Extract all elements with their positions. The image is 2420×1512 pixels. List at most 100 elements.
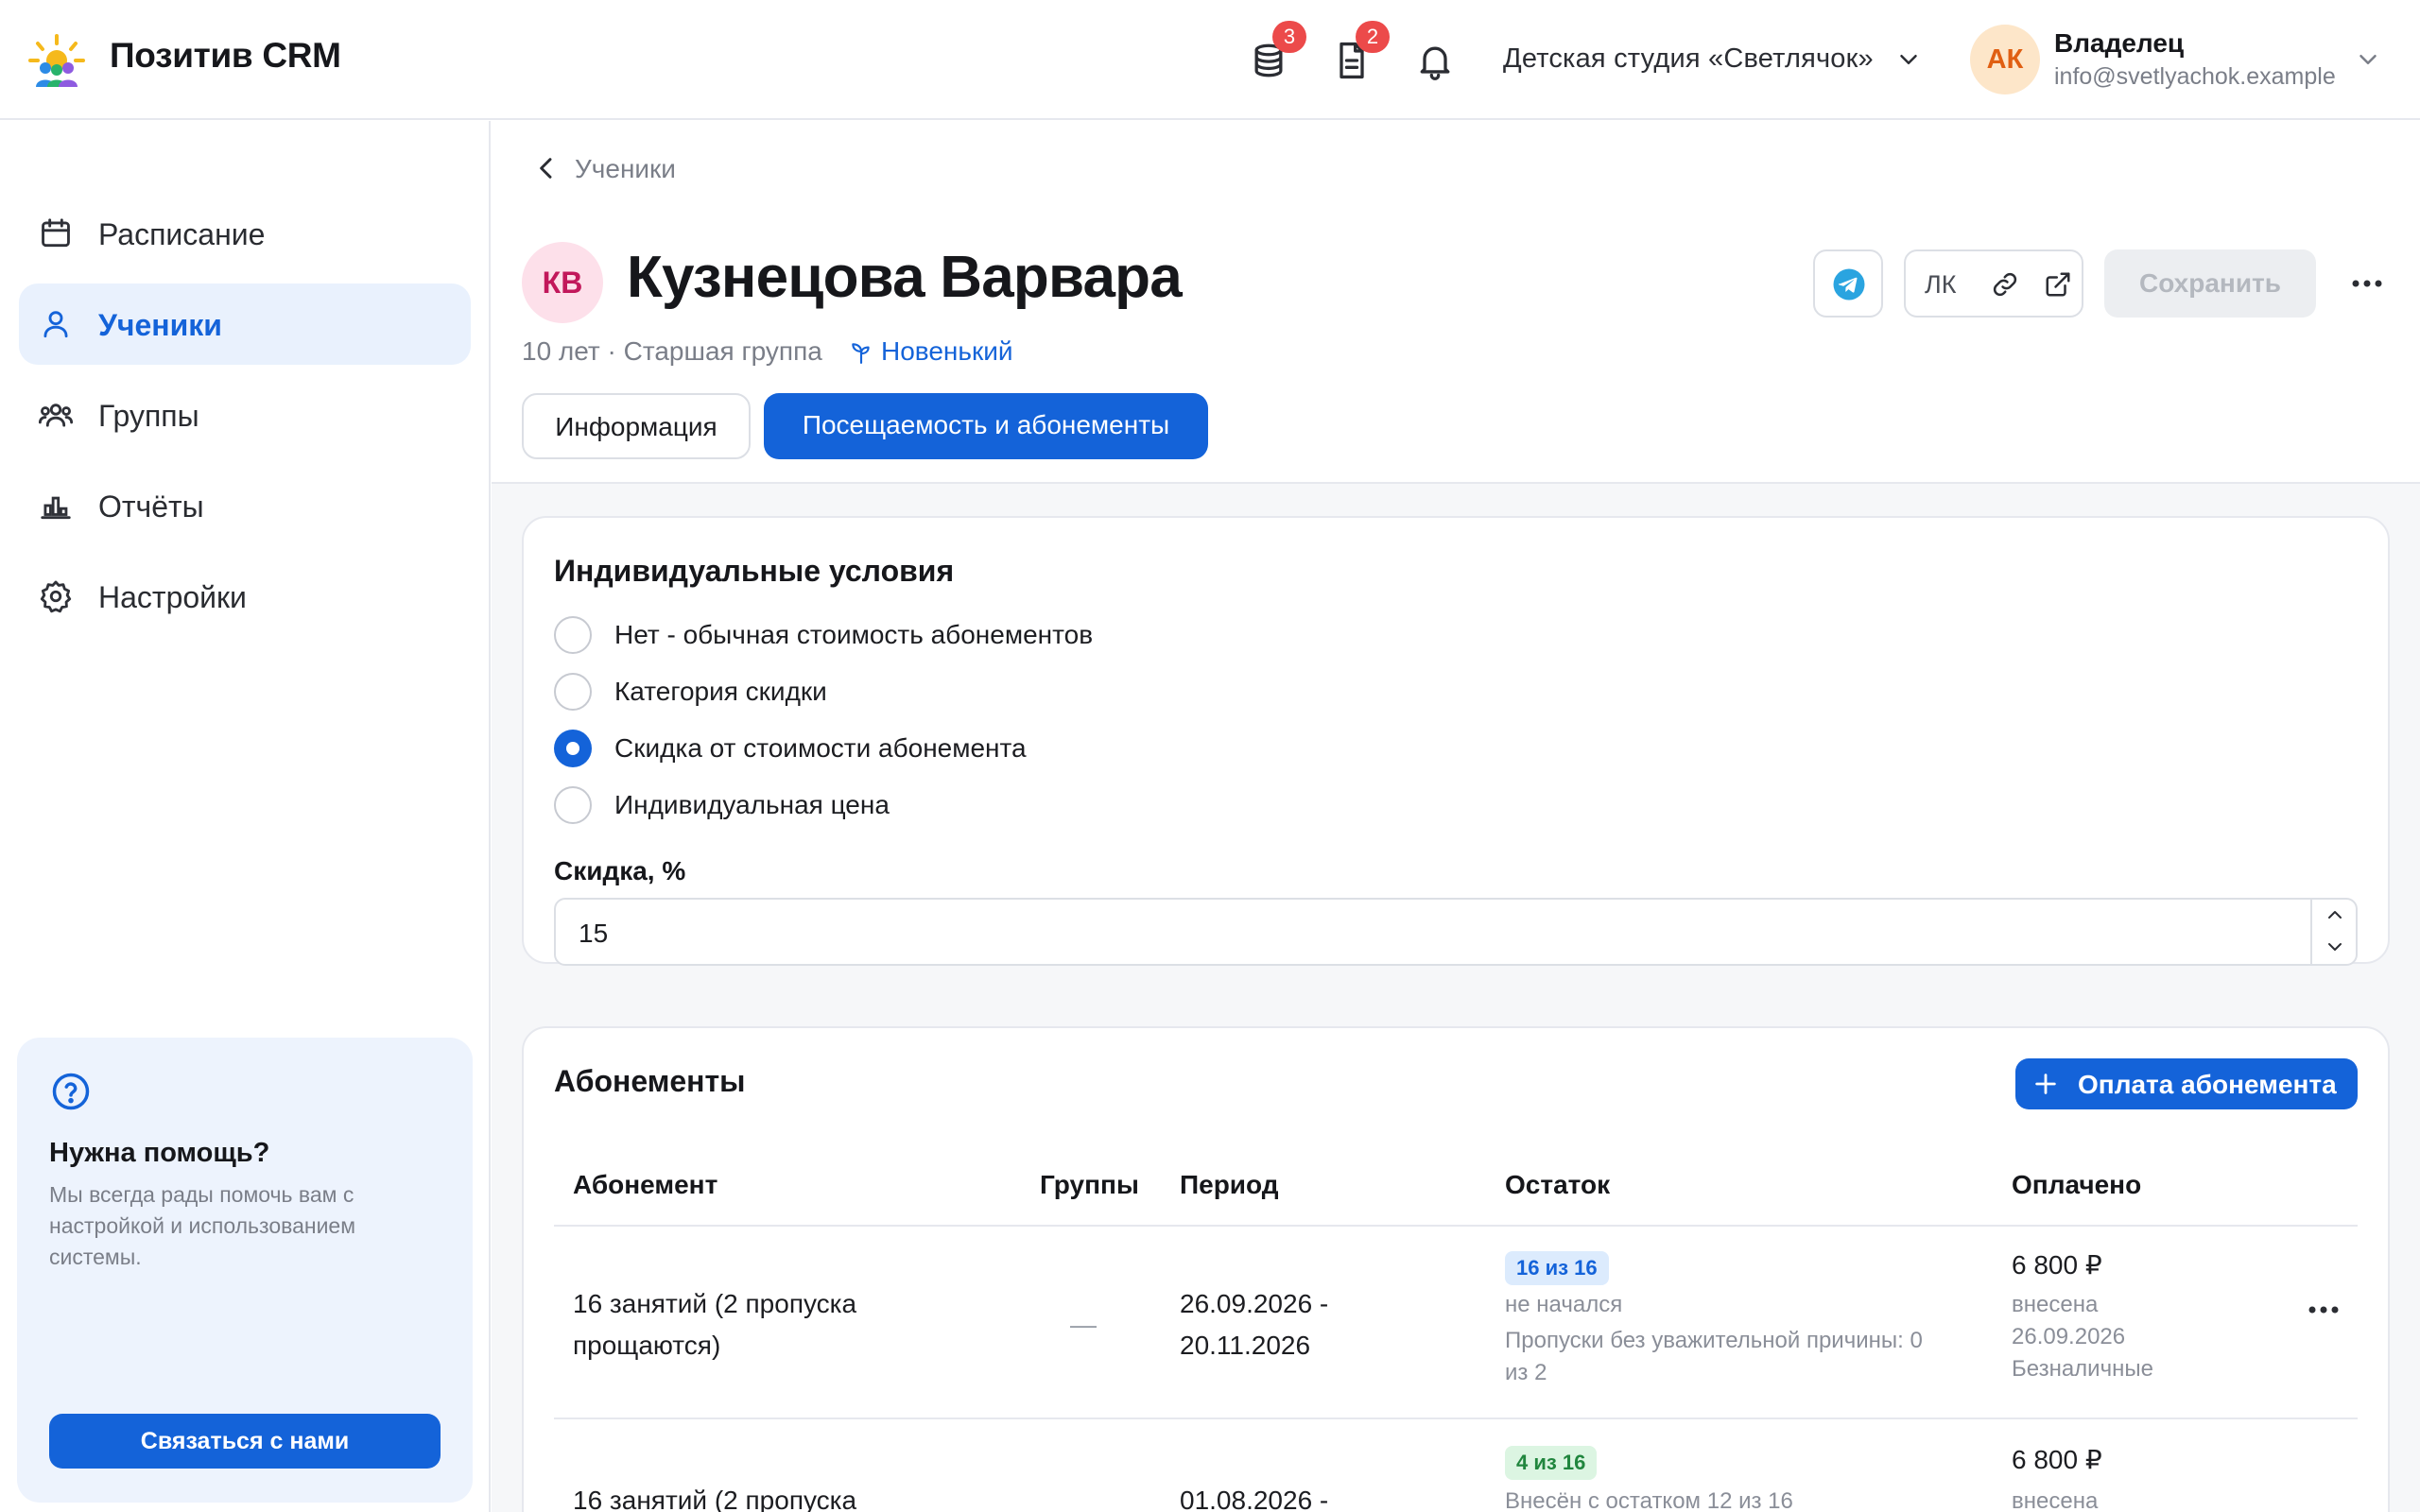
- chevron-down-icon[interactable]: [2354, 45, 2382, 74]
- user-icon: [38, 306, 74, 342]
- sidebar-item-label: Отчёты: [98, 490, 204, 524]
- subscription-name: 16 занятий (2 пропуска прощаются): [573, 1283, 856, 1366]
- radio-option-discount-category[interactable]: Категория скидки: [554, 671, 1405, 713]
- sidebar: Расписание Ученики Группы Отчёты Настрой…: [0, 121, 491, 1512]
- subscription-period: 01.08.2026 -: [1180, 1486, 1329, 1512]
- sidebar-item-schedule[interactable]: Расписание: [19, 193, 471, 274]
- telegram-button[interactable]: [1813, 249, 1883, 318]
- remaining-badge: 16 из 16: [1505, 1251, 1609, 1285]
- column-header: Группы: [1040, 1170, 1139, 1199]
- radio-button-selected[interactable]: [554, 730, 592, 767]
- documents-icon[interactable]: 2: [1331, 21, 1390, 81]
- help-title: Нужна помощь?: [49, 1138, 270, 1168]
- pay-subscription-button[interactable]: Оплата абонемента: [2015, 1058, 2358, 1109]
- remaining-note-line: Пропуски без уважительной причины: 0: [1505, 1328, 1923, 1353]
- calendar-icon: [38, 215, 74, 251]
- paid-status: внесена: [2012, 1488, 2099, 1512]
- save-button[interactable]: Сохранить: [2104, 249, 2316, 318]
- bell-icon[interactable]: [1414, 40, 1456, 81]
- link-icon[interactable]: [1991, 270, 2019, 299]
- column-header: Абонемент: [573, 1170, 718, 1199]
- student-meta: 10 лет · Старшая группа: [522, 336, 822, 366]
- remaining-badge: 4 из 16: [1505, 1446, 1598, 1480]
- plus-icon: [2032, 1071, 2059, 1097]
- sidebar-item-settings[interactable]: Настройки: [19, 556, 471, 637]
- sidebar-item-groups[interactable]: Группы: [19, 374, 471, 455]
- chevron-up-icon[interactable]: [2324, 903, 2346, 926]
- radio-option-individual-price[interactable]: Индивидуальная цена: [554, 784, 1405, 826]
- more-options-icon[interactable]: [2348, 268, 2386, 299]
- chevron-down-icon[interactable]: [2324, 936, 2346, 958]
- discount-stepper[interactable]: [2310, 900, 2356, 964]
- radio-label: Категория скидки: [614, 677, 827, 706]
- tab-attendance[interactable]: Посещаемость и абонементы: [764, 393, 1208, 459]
- back-arrow-icon[interactable]: [531, 153, 562, 183]
- app-title: Позитив CRM: [110, 36, 341, 75]
- subscriptions-title: Абонементы: [554, 1064, 746, 1098]
- radio-option-regular[interactable]: Нет - обычная стоимость абонементов: [554, 614, 1405, 656]
- student-status-tag: Новенький: [881, 336, 1013, 366]
- discount-label: Скидка, %: [554, 856, 686, 885]
- question-circle-icon: [51, 1072, 91, 1111]
- documents-badge: 2: [1356, 21, 1390, 53]
- sidebar-item-label: Группы: [98, 399, 199, 433]
- conditions-title: Индивидуальные условия: [554, 554, 955, 588]
- remaining-note-line: из 2: [1505, 1360, 1547, 1385]
- table-divider: [554, 1225, 2358, 1227]
- tab-information[interactable]: Информация: [522, 393, 751, 459]
- paid-amount: 6 800 ₽: [2012, 1250, 2102, 1280]
- period-line: 20.11.2026: [1180, 1331, 1311, 1360]
- paid-status: внесена: [2012, 1292, 2099, 1317]
- payments-stack-icon[interactable]: 3: [1248, 21, 1306, 81]
- table-divider: [554, 1418, 2358, 1419]
- subscription-groups: —: [1070, 1310, 1097, 1339]
- subscription-name-line: 16 занятий (2 пропуска: [573, 1289, 857, 1318]
- subscriptions-card: Абонементы Оплата абонемента Абонемент Г…: [522, 1026, 2390, 1512]
- sidebar-item-label: Настройки: [98, 580, 247, 614]
- radio-button[interactable]: [554, 673, 592, 711]
- user-avatar[interactable]: АК: [1970, 25, 2040, 94]
- page-title: Кузнецова Варвара: [627, 245, 1183, 310]
- help-text: Мы всегда рады помочь вам с настройкой и…: [49, 1182, 356, 1269]
- paid-amount: 6 800 ₽: [2012, 1445, 2102, 1474]
- telegram-icon: [1832, 267, 1866, 301]
- radio-label: Нет - обычная стоимость абонементов: [614, 620, 1094, 649]
- radio-button[interactable]: [554, 786, 592, 824]
- radio-option-percent-discount[interactable]: Скидка от стоимости абонемента: [554, 728, 1405, 769]
- sidebar-item-reports[interactable]: Отчёты: [19, 465, 471, 546]
- sidebar-item-label: Расписание: [98, 217, 266, 251]
- radio-button[interactable]: [554, 616, 592, 654]
- sprout-icon: [849, 340, 873, 365]
- row-more-options-icon[interactable]: [2305, 1295, 2342, 1325]
- contact-us-button[interactable]: Связаться с нами: [49, 1414, 441, 1469]
- main-content: Ученики КВ Кузнецова Варвара 10 лет · Ст…: [492, 121, 2420, 1512]
- discount-value[interactable]: 15: [579, 919, 608, 949]
- radio-label: Скидка от стоимости абонемента: [614, 733, 1027, 763]
- student-avatar: КВ: [522, 242, 603, 323]
- user-name[interactable]: Владелец: [2054, 28, 2184, 59]
- external-link-icon[interactable]: [2044, 270, 2072, 299]
- subscription-name: 16 занятий (2 пропуска: [573, 1486, 857, 1512]
- chevron-down-icon[interactable]: [1894, 45, 1923, 74]
- breadcrumb[interactable]: Ученики: [575, 154, 676, 184]
- sun-logo-icon[interactable]: [28, 32, 85, 89]
- personal-cabinet-button[interactable]: ЛК: [1904, 249, 2083, 318]
- discount-input[interactable]: 15: [554, 898, 2358, 966]
- individual-conditions-card: Индивидуальные условия Нет - обычная сто…: [522, 516, 2390, 966]
- studio-selector[interactable]: Детская студия «Светлячок»: [1503, 43, 1874, 75]
- personal-cabinet-label: ЛК: [1925, 270, 1957, 299]
- paid-method: Безналичные: [2012, 1356, 2153, 1382]
- column-header: Оплачено: [2012, 1170, 2142, 1199]
- remaining-note: Пропуски без уважительной причины: 0 из …: [1505, 1325, 1996, 1389]
- gear-icon: [38, 578, 74, 614]
- row-more-options-icon[interactable]: [2305, 1506, 2342, 1512]
- bar-chart-icon: [38, 488, 74, 524]
- sidebar-item-students[interactable]: Ученики: [19, 284, 471, 365]
- sidebar-item-label: Ученики: [98, 308, 222, 342]
- pay-subscription-label: Оплата абонемента: [2078, 1070, 2337, 1099]
- paid-date: 26.09.2026: [2012, 1324, 2126, 1349]
- period-line: 26.09.2026 -: [1180, 1289, 1329, 1318]
- column-header: Период: [1180, 1170, 1279, 1199]
- users-icon: [38, 397, 74, 433]
- student-header: Ученики КВ Кузнецова Варвара 10 лет · Ст…: [492, 121, 2420, 484]
